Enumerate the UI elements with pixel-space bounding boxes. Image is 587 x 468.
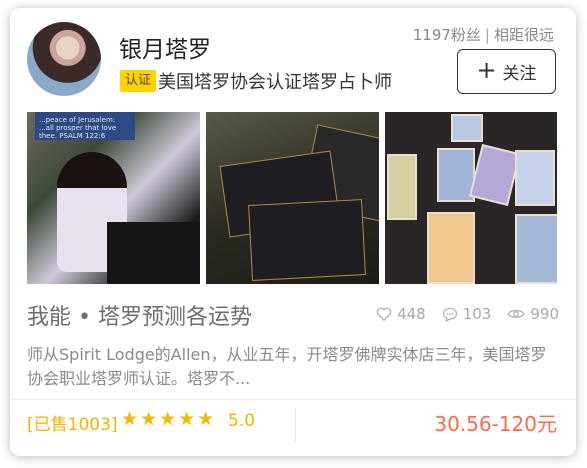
tarot-card	[515, 150, 555, 206]
separator: |	[484, 26, 490, 44]
sold-count: [已售1003]	[27, 415, 118, 435]
comments-count: 103	[462, 305, 492, 323]
likes-count: 448	[397, 305, 426, 323]
distance-text: 相距很远	[493, 26, 554, 44]
master-card[interactable]: 银月塔罗 认证 美国塔罗协会认证塔罗占卜师 1197粉丝 | 相距很远 + 关注 .…	[10, 8, 576, 456]
rating-stars: ★★★★★	[121, 408, 217, 430]
avatar[interactable]	[27, 22, 101, 96]
divider	[10, 399, 576, 400]
vertical-divider	[295, 408, 296, 442]
master-name: 银月塔罗	[119, 37, 211, 63]
tarot-card	[515, 214, 557, 284]
service-title[interactable]: 我能 • 塔罗预测各运势	[27, 299, 252, 331]
eye-icon	[507, 308, 526, 320]
photo-banner: ...peace of Jerusalem: ...all prosper th…	[35, 112, 135, 140]
photo-1[interactable]: ...peace of Jerusalem: ...all prosper th…	[27, 112, 200, 284]
tarot-card	[427, 212, 475, 284]
certification-text: 美国塔罗协会认证塔罗占卜师	[158, 72, 392, 93]
fans-distance: 1197粉丝 | 相距很远	[413, 24, 554, 45]
reading-table	[107, 222, 200, 284]
rating-score: 5.0	[228, 411, 256, 431]
views-count: 990	[530, 305, 559, 323]
certified-badge: 认证	[120, 70, 157, 92]
photo-2[interactable]	[206, 112, 379, 284]
tarot-card	[469, 143, 521, 207]
fans-count: 1197粉丝	[412, 26, 481, 44]
photo-3[interactable]	[385, 112, 557, 284]
tarot-card	[387, 154, 417, 220]
follow-button[interactable]: + 关注	[457, 49, 556, 94]
likes-stat[interactable]: 448	[376, 305, 426, 323]
service-stats: 448 103 990	[376, 305, 559, 323]
card-back	[248, 199, 366, 281]
service-description: 师从Spirit Lodge的Allen，从业五年，开塔罗佛牌实体店三年，美国塔…	[27, 345, 547, 388]
price-range: 30.56-120元	[434, 412, 557, 436]
plus-icon: +	[476, 56, 497, 84]
views-stat: 990	[507, 305, 559, 323]
heart-icon	[376, 307, 392, 321]
comments-stat[interactable]: 103	[442, 305, 492, 323]
follow-label: 关注	[502, 64, 537, 84]
chat-icon	[442, 307, 458, 322]
tarot-card	[451, 114, 483, 142]
